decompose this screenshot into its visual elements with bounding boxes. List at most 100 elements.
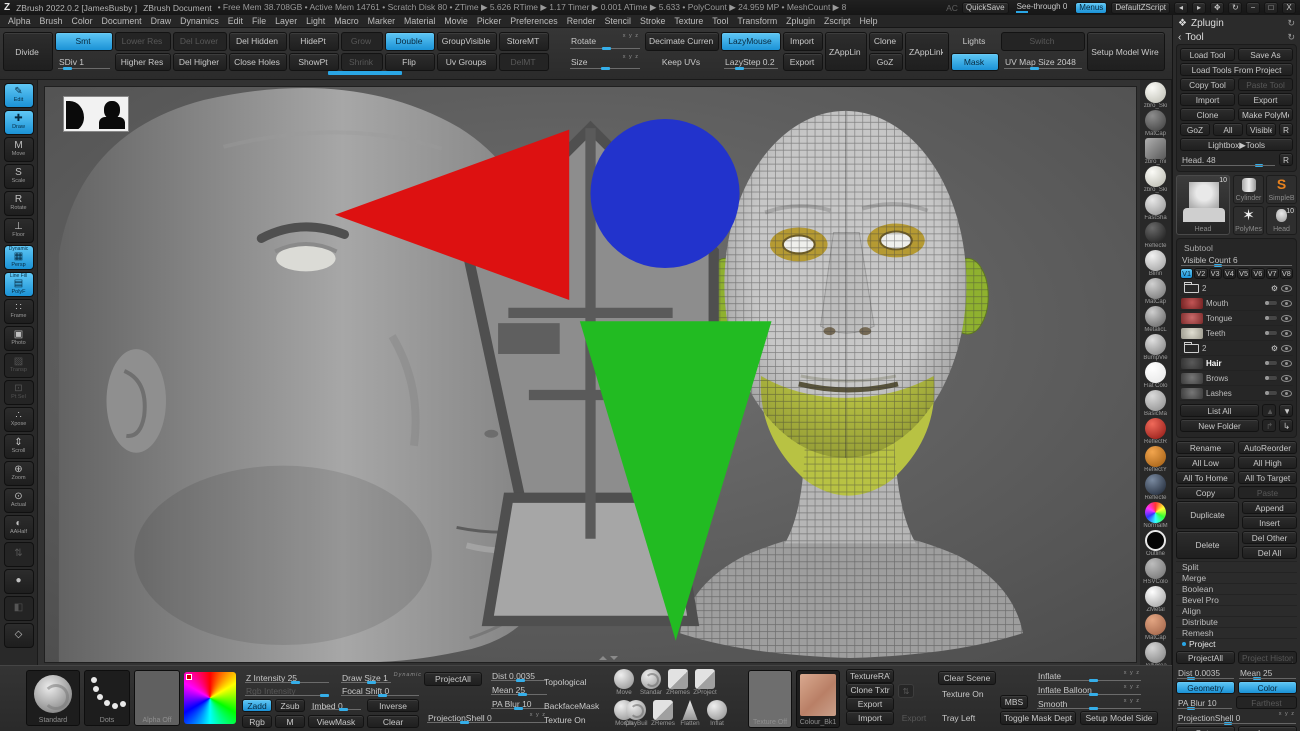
tray-resize-handle[interactable] <box>585 654 631 661</box>
material-item[interactable]: BumpVie <box>1143 334 1167 361</box>
shelf-button[interactable]: LazyMouse <box>721 32 781 51</box>
subtool-view-tab[interactable]: V6 <box>1251 268 1264 279</box>
menu-item[interactable]: Transform <box>737 16 777 26</box>
inflate-slider[interactable]: Inflatex y z <box>1034 669 1144 683</box>
left-tool-button[interactable]: ◇ <box>4 623 34 648</box>
left-tool-button[interactable]: M Move <box>4 137 34 162</box>
focal-shift-slider[interactable]: Focal Shift 0 <box>338 684 422 698</box>
menu-item[interactable]: Draw <box>151 16 172 26</box>
z-intensity-slider[interactable]: Z Intensity 25 <box>242 671 332 685</box>
rgb-button[interactable]: Rgb <box>242 715 272 728</box>
viewmask-button[interactable]: ViewMask <box>308 715 364 728</box>
topological-toggle[interactable]: Topological <box>540 675 606 689</box>
project-section-header[interactable]: Project <box>1176 638 1297 649</box>
subtool-header[interactable]: Subtool <box>1180 242 1293 253</box>
shelf-button[interactable]: Lower Res <box>115 32 171 51</box>
refresh-icon[interactable]: ↻ <box>1287 18 1295 29</box>
quicksave-button[interactable]: QuickSave <box>962 2 1009 14</box>
subtool-view-tab[interactable]: V2 <box>1194 268 1207 279</box>
close-button[interactable]: X <box>1282 2 1296 14</box>
head-tool-slider[interactable]: Head. 48 <box>1180 153 1276 166</box>
material-item[interactable]: Reflecte <box>1144 474 1166 501</box>
material-item[interactable]: ReflectY <box>1144 446 1167 473</box>
project-all-button[interactable]: ProjectAll <box>1176 651 1235 664</box>
collapsed-section[interactable]: Split <box>1176 561 1297 572</box>
axis-gizmo-icon[interactable] <box>45 87 1136 662</box>
collapsed-section[interactable]: Align <box>1176 605 1297 616</box>
left-tool-button[interactable]: ⊥ Floor <box>4 218 34 243</box>
rename-button[interactable]: Rename <box>1176 441 1235 454</box>
menu-item[interactable]: Color <box>71 16 92 26</box>
del-all-button[interactable]: Del All <box>1242 546 1297 559</box>
material-item[interactable]: zbro_Ski <box>1144 166 1167 193</box>
shelf-button[interactable]: Double <box>385 32 435 51</box>
menu-item[interactable]: Light <box>306 16 325 26</box>
shelf-button[interactable]: Grow <box>341 32 383 51</box>
move-down-icon[interactable]: ▼ <box>1279 404 1293 417</box>
document-area[interactable] <box>44 86 1137 663</box>
polypaint-toggle[interactable] <box>1264 360 1278 366</box>
projection-shell-slider[interactable]: ProjectionShell 0x y z <box>1176 711 1297 724</box>
shelf-button[interactable]: Divide <box>3 32 53 71</box>
shelf-button[interactable]: Shrink <box>341 53 383 72</box>
alpha-thumbnail[interactable]: Alpha Off <box>134 670 180 726</box>
quick-brush-button[interactable]: Move <box>612 669 636 697</box>
material-item[interactable]: MatCap <box>1145 278 1166 305</box>
eye-icon[interactable] <box>1281 375 1292 382</box>
polypaint-toggle[interactable] <box>1264 375 1278 381</box>
left-tool-button[interactable]: ⊕ Zoom <box>4 461 34 486</box>
color-picker[interactable] <box>184 672 236 724</box>
pan-icon[interactable]: ✥ <box>1210 2 1224 14</box>
left-tool-button[interactable]: ⊙ Actual <box>4 488 34 513</box>
shelf-button[interactable]: Clone <box>869 32 903 51</box>
current-brush-thumbnail[interactable]: Standard <box>26 670 80 726</box>
subtool-item-row[interactable]: Teeth <box>1180 326 1293 341</box>
tool-header[interactable]: ‹ Tool ↻ <box>1176 30 1297 44</box>
menu-item[interactable]: Material <box>404 16 435 26</box>
duplicate-button[interactable]: Duplicate <box>1176 501 1239 529</box>
save-as-button[interactable]: Save As <box>1238 48 1293 61</box>
material-item[interactable]: Flat Colo <box>1143 362 1167 389</box>
subtool-item-row-selected[interactable]: Hair <box>1180 356 1293 371</box>
shelf-button[interactable]: Import <box>783 32 823 51</box>
material-item[interactable]: Reflecte <box>1144 222 1166 249</box>
all-low-button[interactable]: All Low <box>1176 456 1235 469</box>
menu-item[interactable]: Brush <box>40 16 63 26</box>
current-tool-thumbnail[interactable]: 10 Head <box>1176 175 1230 235</box>
subtool-item-row[interactable]: Lashes <box>1180 386 1293 401</box>
left-tool-button[interactable]: Line Fill ▤ PolyF <box>4 272 34 297</box>
insert-button[interactable]: Insert <box>1242 516 1297 529</box>
quick-brush-button[interactable]: Inflat <box>705 700 729 728</box>
subtool-item-row[interactable]: Brows <box>1180 371 1293 386</box>
texture-on-toggle[interactable]: Texture On <box>540 713 606 727</box>
smooth-slider[interactable]: Smoothx y z <box>1034 697 1144 711</box>
quick-brush-button[interactable]: ZRemes <box>666 669 690 697</box>
left-tool-button[interactable]: ∷ Frame <box>4 299 34 324</box>
menu-item[interactable]: Alpha <box>8 16 31 26</box>
eye-icon[interactable] <box>1281 360 1292 367</box>
tool-thumbnail[interactable]: ✶ PolyMes <box>1233 206 1264 235</box>
subtool-item-row[interactable]: Mouth <box>1180 296 1293 311</box>
quick-brush-button[interactable]: ZProject <box>693 669 717 697</box>
copy-tool-button[interactable]: Copy Tool <box>1180 78 1235 91</box>
left-tool-button[interactable]: S Scale <box>4 164 34 189</box>
material-item[interactable]: Outline <box>1145 530 1166 557</box>
shelf-button[interactable]: Switch <box>1001 32 1085 51</box>
collapsed-section[interactable]: Boolean <box>1176 583 1297 594</box>
import-button[interactable]: Import <box>846 711 894 725</box>
gear-icon[interactable]: ⚙ <box>1271 344 1278 353</box>
tray-left-button[interactable]: Tray Left <box>938 711 996 725</box>
project-all-button[interactable]: ProjectAll <box>424 672 482 686</box>
zadd-button[interactable]: Zadd <box>242 699 272 712</box>
eye-icon[interactable] <box>1281 300 1292 307</box>
shelf-button[interactable]: Export <box>783 53 823 72</box>
polypaint-toggle[interactable] <box>1264 390 1278 396</box>
tool-thumbnail[interactable]: S SimpleB <box>1266 175 1297 204</box>
shelf-button[interactable]: ZAppLink <box>905 32 949 71</box>
material-item[interactable]: FastSha <box>1144 194 1166 221</box>
shelf-button[interactable]: Uv Groups <box>437 53 497 72</box>
backface-mask-toggle[interactable]: BackfaceMask <box>540 699 606 713</box>
zsub-button[interactable]: Zsub <box>275 699 305 712</box>
delete-button[interactable]: Delete <box>1176 531 1239 559</box>
copy-button[interactable]: Copy <box>1176 486 1235 499</box>
